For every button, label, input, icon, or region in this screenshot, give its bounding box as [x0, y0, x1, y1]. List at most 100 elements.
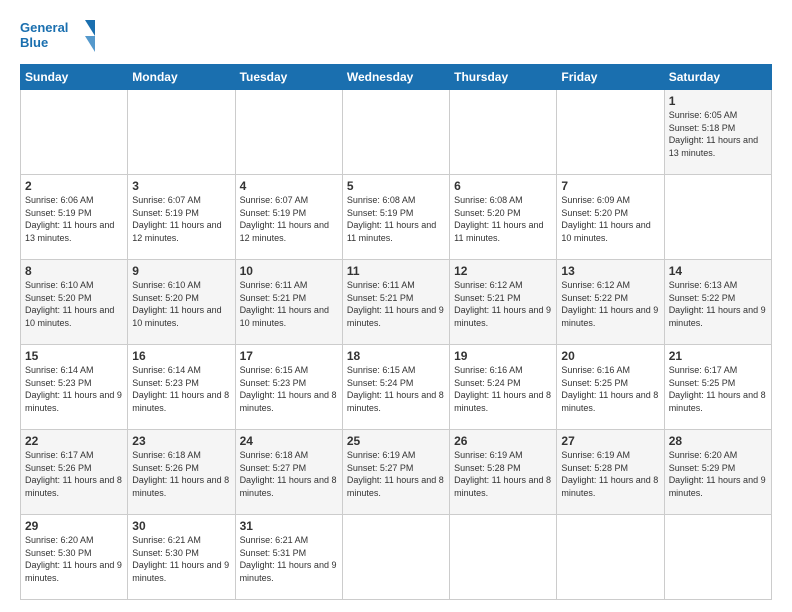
- day-info: Sunrise: 6:11 AMSunset: 5:21 PMDaylight:…: [240, 279, 338, 329]
- header-day-friday: Friday: [557, 65, 664, 90]
- day-number: 13: [561, 264, 659, 278]
- day-number: 14: [669, 264, 767, 278]
- calendar-cell: 31 Sunrise: 6:21 AMSunset: 5:31 PMDaylig…: [235, 515, 342, 600]
- calendar-cell: [450, 90, 557, 175]
- day-number: 29: [25, 519, 123, 533]
- calendar-cell: [128, 90, 235, 175]
- day-number: 31: [240, 519, 338, 533]
- day-info: Sunrise: 6:10 AMSunset: 5:20 PMDaylight:…: [25, 279, 123, 329]
- day-number: 26: [454, 434, 552, 448]
- day-number: 15: [25, 349, 123, 363]
- day-info: Sunrise: 6:16 AMSunset: 5:24 PMDaylight:…: [454, 364, 552, 414]
- day-info: Sunrise: 6:18 AMSunset: 5:27 PMDaylight:…: [240, 449, 338, 499]
- calendar-cell: 21 Sunrise: 6:17 AMSunset: 5:25 PMDaylig…: [664, 345, 771, 430]
- day-number: 27: [561, 434, 659, 448]
- page: General Blue SundayMondayTuesdayWednesda…: [0, 0, 792, 612]
- day-number: 28: [669, 434, 767, 448]
- day-info: Sunrise: 6:15 AMSunset: 5:24 PMDaylight:…: [347, 364, 445, 414]
- day-number: 9: [132, 264, 230, 278]
- day-info: Sunrise: 6:10 AMSunset: 5:20 PMDaylight:…: [132, 279, 230, 329]
- day-info: Sunrise: 6:15 AMSunset: 5:23 PMDaylight:…: [240, 364, 338, 414]
- day-info: Sunrise: 6:16 AMSunset: 5:25 PMDaylight:…: [561, 364, 659, 414]
- day-number: 24: [240, 434, 338, 448]
- day-info: Sunrise: 6:13 AMSunset: 5:22 PMDaylight:…: [669, 279, 767, 329]
- day-number: 19: [454, 349, 552, 363]
- calendar-cell: [557, 515, 664, 600]
- day-info: Sunrise: 6:18 AMSunset: 5:26 PMDaylight:…: [132, 449, 230, 499]
- day-info: Sunrise: 6:07 AMSunset: 5:19 PMDaylight:…: [240, 194, 338, 244]
- calendar-cell: [664, 175, 771, 260]
- calendar-cell: [21, 90, 128, 175]
- calendar-cell: 23 Sunrise: 6:18 AMSunset: 5:26 PMDaylig…: [128, 430, 235, 515]
- header-day-monday: Monday: [128, 65, 235, 90]
- day-info: Sunrise: 6:11 AMSunset: 5:21 PMDaylight:…: [347, 279, 445, 329]
- day-number: 25: [347, 434, 445, 448]
- day-number: 11: [347, 264, 445, 278]
- day-number: 2: [25, 179, 123, 193]
- calendar-cell: [342, 90, 449, 175]
- day-info: Sunrise: 6:20 AMSunset: 5:29 PMDaylight:…: [669, 449, 767, 499]
- calendar-cell: 4 Sunrise: 6:07 AMSunset: 5:19 PMDayligh…: [235, 175, 342, 260]
- day-number: 21: [669, 349, 767, 363]
- calendar-cell: 14 Sunrise: 6:13 AMSunset: 5:22 PMDaylig…: [664, 260, 771, 345]
- day-info: Sunrise: 6:17 AMSunset: 5:25 PMDaylight:…: [669, 364, 767, 414]
- day-number: 7: [561, 179, 659, 193]
- calendar-cell: 30 Sunrise: 6:21 AMSunset: 5:30 PMDaylig…: [128, 515, 235, 600]
- calendar-cell: 22 Sunrise: 6:17 AMSunset: 5:26 PMDaylig…: [21, 430, 128, 515]
- day-info: Sunrise: 6:12 AMSunset: 5:21 PMDaylight:…: [454, 279, 552, 329]
- calendar-cell: 13 Sunrise: 6:12 AMSunset: 5:22 PMDaylig…: [557, 260, 664, 345]
- day-info: Sunrise: 6:19 AMSunset: 5:28 PMDaylight:…: [561, 449, 659, 499]
- calendar-week-3: 8 Sunrise: 6:10 AMSunset: 5:20 PMDayligh…: [21, 260, 772, 345]
- calendar-cell: 10 Sunrise: 6:11 AMSunset: 5:21 PMDaylig…: [235, 260, 342, 345]
- calendar: SundayMondayTuesdayWednesdayThursdayFrid…: [20, 64, 772, 600]
- calendar-cell: 19 Sunrise: 6:16 AMSunset: 5:24 PMDaylig…: [450, 345, 557, 430]
- logo: General Blue: [20, 16, 100, 56]
- day-info: Sunrise: 6:14 AMSunset: 5:23 PMDaylight:…: [132, 364, 230, 414]
- calendar-cell: [664, 515, 771, 600]
- header-day-tuesday: Tuesday: [235, 65, 342, 90]
- calendar-cell: 27 Sunrise: 6:19 AMSunset: 5:28 PMDaylig…: [557, 430, 664, 515]
- calendar-cell: 7 Sunrise: 6:09 AMSunset: 5:20 PMDayligh…: [557, 175, 664, 260]
- day-number: 4: [240, 179, 338, 193]
- calendar-week-4: 15 Sunrise: 6:14 AMSunset: 5:23 PMDaylig…: [21, 345, 772, 430]
- day-number: 17: [240, 349, 338, 363]
- calendar-week-1: 1 Sunrise: 6:05 AMSunset: 5:18 PMDayligh…: [21, 90, 772, 175]
- day-number: 8: [25, 264, 123, 278]
- calendar-week-5: 22 Sunrise: 6:17 AMSunset: 5:26 PMDaylig…: [21, 430, 772, 515]
- calendar-cell: 17 Sunrise: 6:15 AMSunset: 5:23 PMDaylig…: [235, 345, 342, 430]
- calendar-cell: 24 Sunrise: 6:18 AMSunset: 5:27 PMDaylig…: [235, 430, 342, 515]
- calendar-cell: 11 Sunrise: 6:11 AMSunset: 5:21 PMDaylig…: [342, 260, 449, 345]
- logo-svg: General Blue: [20, 16, 100, 56]
- calendar-week-6: 29 Sunrise: 6:20 AMSunset: 5:30 PMDaylig…: [21, 515, 772, 600]
- day-info: Sunrise: 6:08 AMSunset: 5:20 PMDaylight:…: [454, 194, 552, 244]
- calendar-week-2: 2 Sunrise: 6:06 AMSunset: 5:19 PMDayligh…: [21, 175, 772, 260]
- calendar-cell: 15 Sunrise: 6:14 AMSunset: 5:23 PMDaylig…: [21, 345, 128, 430]
- day-info: Sunrise: 6:17 AMSunset: 5:26 PMDaylight:…: [25, 449, 123, 499]
- calendar-cell: 28 Sunrise: 6:20 AMSunset: 5:29 PMDaylig…: [664, 430, 771, 515]
- day-number: 6: [454, 179, 552, 193]
- header-day-thursday: Thursday: [450, 65, 557, 90]
- calendar-cell: 29 Sunrise: 6:20 AMSunset: 5:30 PMDaylig…: [21, 515, 128, 600]
- day-number: 5: [347, 179, 445, 193]
- calendar-cell: 18 Sunrise: 6:15 AMSunset: 5:24 PMDaylig…: [342, 345, 449, 430]
- calendar-cell: 3 Sunrise: 6:07 AMSunset: 5:19 PMDayligh…: [128, 175, 235, 260]
- day-number: 3: [132, 179, 230, 193]
- calendar-cell: [450, 515, 557, 600]
- day-info: Sunrise: 6:21 AMSunset: 5:31 PMDaylight:…: [240, 534, 338, 584]
- calendar-cell: [342, 515, 449, 600]
- day-info: Sunrise: 6:21 AMSunset: 5:30 PMDaylight:…: [132, 534, 230, 584]
- calendar-cell: 12 Sunrise: 6:12 AMSunset: 5:21 PMDaylig…: [450, 260, 557, 345]
- svg-text:Blue: Blue: [20, 35, 48, 50]
- day-info: Sunrise: 6:19 AMSunset: 5:27 PMDaylight:…: [347, 449, 445, 499]
- day-info: Sunrise: 6:07 AMSunset: 5:19 PMDaylight:…: [132, 194, 230, 244]
- header: General Blue: [20, 16, 772, 56]
- day-info: Sunrise: 6:20 AMSunset: 5:30 PMDaylight:…: [25, 534, 123, 584]
- day-info: Sunrise: 6:09 AMSunset: 5:20 PMDaylight:…: [561, 194, 659, 244]
- calendar-cell: 25 Sunrise: 6:19 AMSunset: 5:27 PMDaylig…: [342, 430, 449, 515]
- day-number: 23: [132, 434, 230, 448]
- day-number: 16: [132, 349, 230, 363]
- day-number: 30: [132, 519, 230, 533]
- day-info: Sunrise: 6:08 AMSunset: 5:19 PMDaylight:…: [347, 194, 445, 244]
- day-number: 1: [669, 94, 767, 108]
- header-day-wednesday: Wednesday: [342, 65, 449, 90]
